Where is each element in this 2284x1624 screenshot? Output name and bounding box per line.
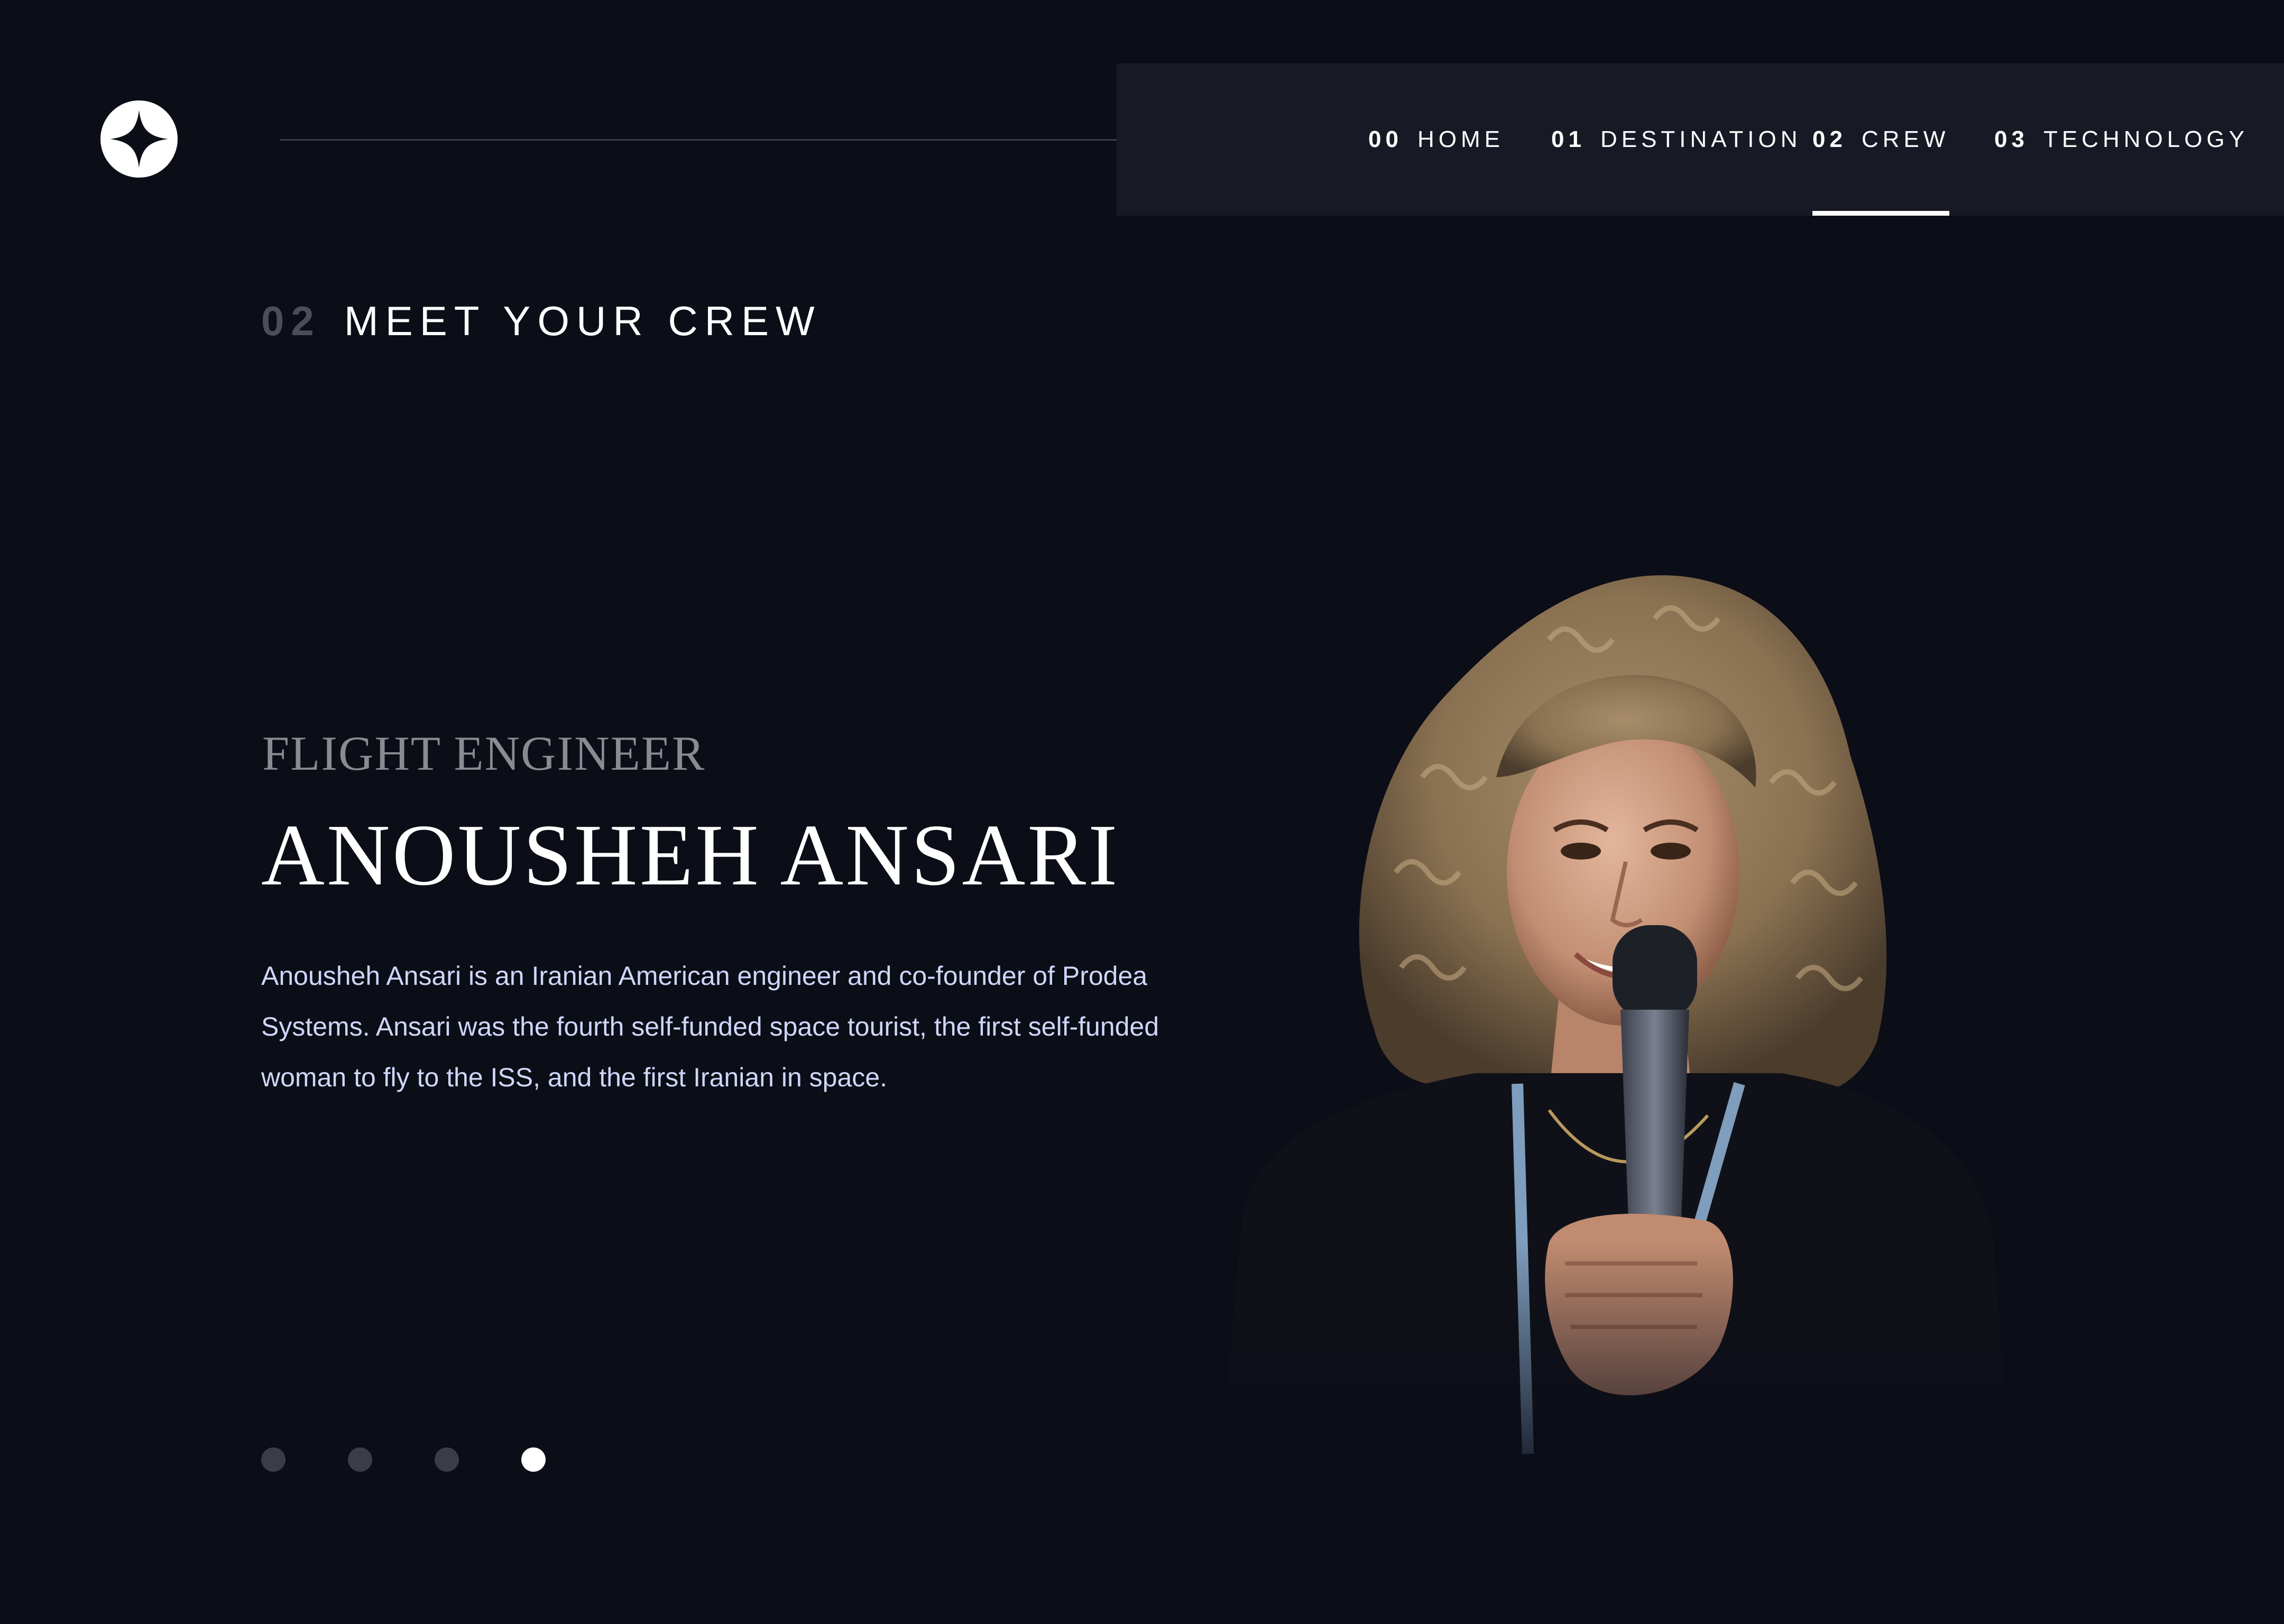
- star-logo-icon[interactable]: [100, 100, 178, 178]
- nav-item-crew[interactable]: 02 CREW: [1812, 63, 1950, 216]
- crew-role: FLIGHT ENGINEER: [262, 726, 706, 780]
- page-heading: 02 MEET YOUR CREW: [261, 297, 822, 345]
- slider-dot-2[interactable]: [348, 1447, 372, 1472]
- nav-item-destination[interactable]: 01 DESTINATION: [1551, 63, 1801, 216]
- nav-item-number: 03: [1994, 126, 2029, 152]
- crew-slider-dots: [261, 1447, 546, 1472]
- page-heading-number: 02: [261, 298, 321, 344]
- nav-item-home[interactable]: 00 HOME: [1368, 63, 1504, 216]
- main-navigation: 00 HOME 01 DESTINATION 02 CREW 03 TECHNO…: [1117, 63, 2284, 216]
- nav-item-label: HOME: [1417, 126, 1504, 152]
- nav-item-number: 01: [1551, 126, 1586, 152]
- nav-item-technology[interactable]: 03 TECHNOLOGY: [1994, 63, 2249, 216]
- nav-item-label: CREW: [1861, 126, 1950, 152]
- slider-dot-3[interactable]: [435, 1447, 459, 1472]
- nav-active-indicator: [1812, 211, 1950, 216]
- crew-bio: Anousheh Ansari is an Iranian American e…: [261, 961, 1159, 1092]
- nav-item-label: DESTINATION: [1600, 126, 1802, 152]
- slider-dot-1[interactable]: [261, 1447, 286, 1472]
- header-divider: [280, 139, 1168, 141]
- nav-item-label: TECHNOLOGY: [2043, 126, 2249, 152]
- nav-item-number: 02: [1812, 126, 1847, 152]
- nav-item-number: 00: [1368, 126, 1403, 152]
- crew-portrait-image: [1147, 575, 2036, 1507]
- page-heading-text: MEET YOUR CREW: [344, 298, 822, 344]
- crew-name: ANOUSHEH ANSARI: [261, 806, 1120, 903]
- slider-dot-4-active[interactable]: [521, 1447, 546, 1472]
